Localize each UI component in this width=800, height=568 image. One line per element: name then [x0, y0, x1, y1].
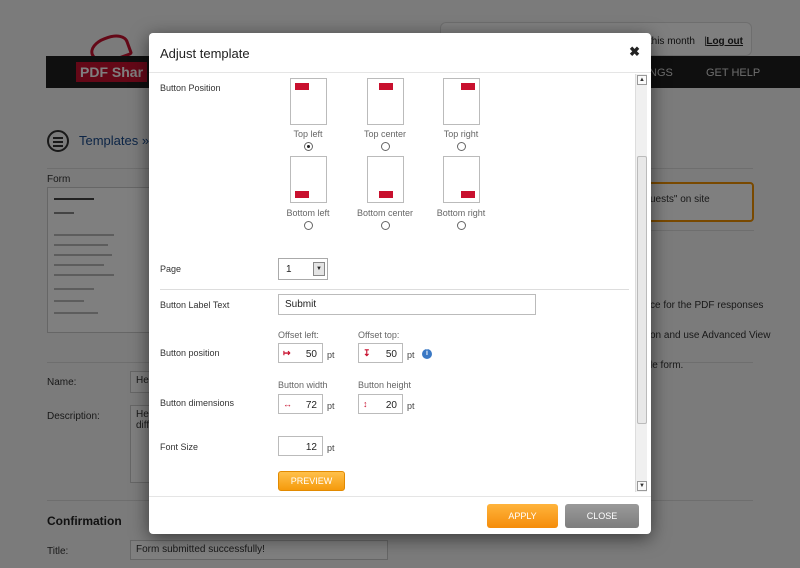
apply-button[interactable]: APPLY — [487, 504, 558, 528]
button-position-label: Button Position — [160, 83, 221, 93]
arrow-right-icon: ↦ — [283, 348, 291, 358]
offset-top-input[interactable]: ↧ 50 — [358, 343, 403, 363]
radio-top-right[interactable] — [457, 142, 466, 151]
font-size-label: Font Size — [160, 442, 199, 452]
button-label-input[interactable] — [278, 294, 536, 315]
scroll-thumb[interactable] — [637, 156, 647, 424]
offset-top-label: Offset top: — [358, 330, 400, 340]
button-width-value: 72 — [305, 400, 317, 411]
page-select[interactable]: 1 ▼ — [278, 258, 328, 280]
dialog-body: Button Position Top left Top center Top … — [149, 73, 651, 496]
position-preview-top-center — [367, 78, 404, 125]
position-preview-bottom-left — [290, 156, 327, 203]
unit-label: pt — [327, 401, 335, 411]
scroll-up-icon[interactable]: ▲ — [637, 75, 647, 85]
divider — [160, 289, 629, 290]
offset-left-label: Offset left: — [278, 330, 319, 340]
page-select-value: 1 — [286, 264, 292, 275]
vertical-resize-icon: ↕ — [363, 399, 368, 409]
radio-top-left[interactable] — [304, 142, 313, 151]
dialog-scrollbar[interactable]: ▲ ▼ — [635, 74, 647, 492]
arrow-down-icon: ↧ — [363, 348, 371, 358]
button-width-label: Button width — [278, 380, 328, 390]
button-position-row-label: Button position — [160, 348, 220, 358]
radio-bottom-left[interactable] — [304, 221, 313, 230]
radio-bottom-right[interactable] — [457, 221, 466, 230]
button-label-text-label: Button Label Text — [160, 300, 230, 310]
font-size-input[interactable]: 12 — [278, 436, 323, 456]
page-label: Page — [160, 264, 182, 274]
position-preview-top-left — [290, 78, 327, 125]
unit-label: pt — [327, 443, 335, 453]
offset-top-value: 50 — [385, 349, 397, 360]
position-label-top-right: Top right — [443, 129, 479, 139]
scroll-down-icon[interactable]: ▼ — [637, 481, 647, 491]
preview-button[interactable]: PREVIEW — [278, 471, 345, 491]
font-size-value: 12 — [305, 442, 317, 453]
offset-left-value: 50 — [305, 349, 317, 360]
button-height-label: Button height — [358, 380, 412, 390]
dialog-header: Adjust template ✖ — [149, 33, 651, 73]
dialog-title: Adjust template — [160, 46, 250, 61]
position-preview-bottom-right — [443, 156, 480, 203]
radio-bottom-center[interactable] — [381, 221, 390, 230]
position-preview-top-right — [443, 78, 480, 125]
unit-label: pt — [407, 350, 415, 360]
dialog-footer: APPLY CLOSE — [149, 496, 651, 534]
position-label-bottom-right: Bottom right — [436, 208, 486, 218]
close-icon[interactable]: ✖ — [629, 44, 640, 60]
offset-left-input[interactable]: ↦ 50 — [278, 343, 323, 363]
button-width-input[interactable]: ↔ 72 — [278, 394, 323, 414]
button-height-input[interactable]: ↕ 20 — [358, 394, 403, 414]
info-icon[interactable]: i — [422, 349, 432, 359]
position-preview-bottom-center — [367, 156, 404, 203]
button-height-value: 20 — [385, 400, 397, 411]
button-dimensions-label: Button dimensions — [160, 398, 235, 408]
horizontal-resize-icon: ↔ — [283, 399, 292, 409]
chevron-down-icon[interactable]: ▼ — [313, 262, 325, 276]
unit-label: pt — [407, 401, 415, 411]
close-button[interactable]: CLOSE — [565, 504, 639, 528]
unit-label: pt — [327, 350, 335, 360]
radio-top-center[interactable] — [381, 142, 390, 151]
adjust-template-dialog: Adjust template ✖ Button Position Top le… — [149, 33, 651, 534]
